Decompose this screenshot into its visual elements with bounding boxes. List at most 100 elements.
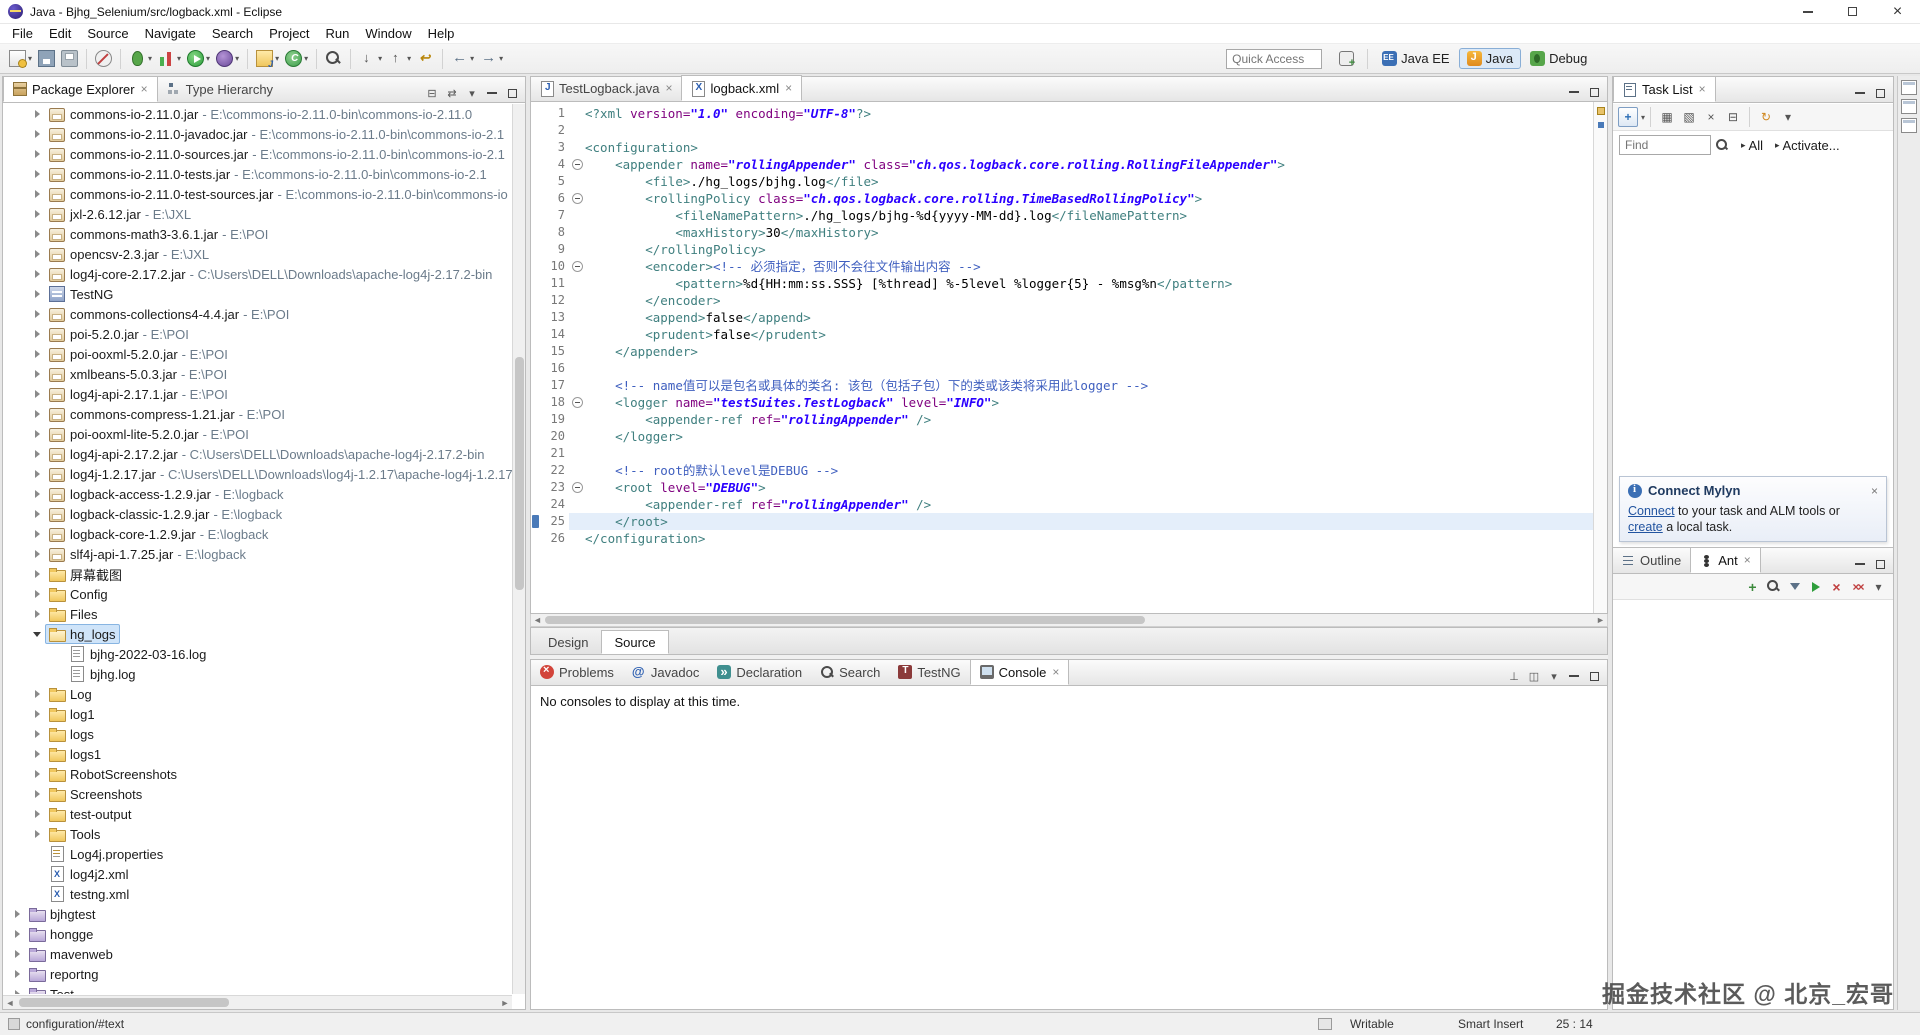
code-line-3[interactable]: 3<configuration>	[531, 139, 1593, 156]
package-explorer-vscrollbar[interactable]	[512, 104, 525, 994]
tree-item-reportng[interactable]: reportng	[3, 964, 512, 984]
tree-item-Test[interactable]: Test	[3, 984, 512, 994]
expand-arrow[interactable]	[29, 586, 45, 602]
line-number[interactable]: 6	[541, 190, 569, 207]
new-task-icon[interactable]	[1618, 107, 1638, 127]
activate-label[interactable]: Activate...	[1783, 138, 1840, 153]
expand-arrow[interactable]	[29, 406, 45, 422]
expand-arrow[interactable]	[29, 206, 45, 222]
line-number[interactable]: 25	[541, 513, 569, 530]
hscroll-thumb[interactable]	[19, 998, 229, 1007]
tab-testng[interactable]: TestNG	[889, 659, 969, 685]
menu-source[interactable]: Source	[79, 26, 136, 41]
tree-item-Files[interactable]: Files	[3, 604, 512, 624]
minimize-button[interactable]	[1785, 0, 1830, 24]
print-button[interactable]	[61, 47, 78, 71]
run-button[interactable]	[187, 47, 210, 71]
new-wizard-dropdown-icon[interactable]	[28, 54, 32, 63]
tab-declaration[interactable]: Declaration	[708, 659, 811, 685]
gutter-marker-cell[interactable]	[531, 496, 541, 513]
perspective-java[interactable]: Java	[1459, 48, 1521, 69]
package-explorer-hscrollbar[interactable]: ◄ ►	[3, 995, 512, 1009]
tree-item-slf4j-api-1.7.25.jar[interactable]: slf4j-api-1.7.25.jar- E:\logback	[3, 544, 512, 564]
create-task-link[interactable]: create	[1628, 520, 1663, 534]
close-tab-icon[interactable]	[1699, 82, 1706, 96]
maximize-view-icon[interactable]	[1871, 84, 1889, 102]
prev-annotation-button[interactable]	[388, 47, 411, 71]
menu-navigate[interactable]: Navigate	[137, 26, 204, 41]
collapse-all-tasks-icon[interactable]: ⊟	[1723, 107, 1743, 127]
expand-arrow[interactable]	[29, 626, 45, 642]
line-number[interactable]: 23	[541, 479, 569, 496]
pin-console-icon[interactable]: ⊥	[1505, 667, 1523, 685]
gutter-marker-cell[interactable]	[531, 377, 541, 394]
fold-cell[interactable]	[569, 156, 585, 173]
collapse-fold-icon[interactable]	[572, 193, 583, 204]
tree-item-jxl-2.6.12.jar[interactable]: jxl-2.6.12.jar- E:\JXL	[3, 204, 512, 224]
scroll-left-icon[interactable]: ◄	[3, 996, 17, 1010]
tree-item-Log4j.properties[interactable]: Log4j.properties	[3, 844, 512, 864]
all-disclosure-icon[interactable]	[1741, 140, 1746, 151]
activate-disclosure-icon[interactable]	[1775, 140, 1780, 151]
gutter-marker-cell[interactable]	[531, 479, 541, 496]
expand-arrow[interactable]	[9, 926, 25, 942]
tree-item-RobotScreenshots[interactable]: RobotScreenshots	[3, 764, 512, 784]
code-line-25[interactable]: 25 </root>	[531, 513, 1593, 530]
line-number[interactable]: 7	[541, 207, 569, 224]
tree-item-commons-math3-3.6.1.jar[interactable]: commons-math3-3.6.1.jar- E:\POI	[3, 224, 512, 244]
line-number[interactable]: 16	[541, 360, 569, 377]
close-tab-icon[interactable]	[141, 82, 148, 96]
minimize-view-icon[interactable]	[1851, 555, 1869, 573]
expand-arrow[interactable]	[29, 346, 45, 362]
line-number[interactable]: 24	[541, 496, 569, 513]
tree-item-logback-access-1.2.9.jar[interactable]: logback-access-1.2.9.jar- E:\logback	[3, 484, 512, 504]
line-number[interactable]: 8	[541, 224, 569, 241]
gutter-marker-cell[interactable]	[531, 122, 541, 139]
hscroll-thumb[interactable]	[545, 616, 1145, 624]
tab-type-hierarchy[interactable]: Type Hierarchy	[158, 76, 282, 102]
code-line-2[interactable]: 2	[531, 122, 1593, 139]
back-dropdown-icon[interactable]	[470, 54, 474, 63]
profile-dropdown-icon[interactable]	[235, 54, 239, 63]
line-number[interactable]: 19	[541, 411, 569, 428]
task-view-menu-icon[interactable]: ▾	[1778, 107, 1798, 127]
expand-arrow[interactable]	[29, 786, 45, 802]
tree-item-logback-classic-1.2.9.jar[interactable]: logback-classic-1.2.9.jar- E:\logback	[3, 504, 512, 524]
fold-cell[interactable]	[569, 258, 585, 275]
gutter-marker-cell[interactable]	[531, 207, 541, 224]
expand-arrow[interactable]	[29, 386, 45, 402]
overview-ruler[interactable]	[1593, 102, 1607, 613]
gutter-marker-cell[interactable]	[531, 139, 541, 156]
line-number[interactable]: 15	[541, 343, 569, 360]
tab-logback-xml[interactable]: logback.xml	[681, 75, 802, 101]
menu-search[interactable]: Search	[204, 26, 261, 41]
gutter-marker-cell[interactable]	[531, 258, 541, 275]
next-annotation-dropdown-icon[interactable]	[378, 54, 382, 63]
maximize-view-icon[interactable]	[503, 84, 521, 102]
gutter-marker-cell[interactable]	[531, 411, 541, 428]
new-class-button[interactable]	[285, 47, 308, 71]
tree-item-logs[interactable]: logs	[3, 724, 512, 744]
minimize-view-icon[interactable]	[1565, 667, 1583, 685]
code-line-1[interactable]: 1<?xml version="1.0" encoding="UTF-8"?>	[531, 105, 1593, 122]
line-number[interactable]: 22	[541, 462, 569, 479]
expand-arrow[interactable]	[29, 826, 45, 842]
next-annotation-button[interactable]	[359, 47, 382, 71]
code-line-15[interactable]: 15 </appender>	[531, 343, 1593, 360]
menu-window[interactable]: Window	[357, 26, 419, 41]
vscroll-thumb[interactable]	[515, 357, 524, 590]
line-number[interactable]: 21	[541, 445, 569, 462]
tree-item-log1[interactable]: log1	[3, 704, 512, 724]
display-console-icon[interactable]: ◫	[1525, 667, 1543, 685]
line-number[interactable]: 5	[541, 173, 569, 190]
expand-arrow[interactable]	[29, 126, 45, 142]
line-number[interactable]: 3	[541, 139, 569, 156]
expand-arrow[interactable]	[29, 106, 45, 122]
tree-item-log4j-1.2.17.jar[interactable]: log4j-1.2.17.jar- C:\Users\DELL\Download…	[3, 464, 512, 484]
minimize-view-icon[interactable]	[483, 84, 501, 102]
tab-design[interactable]: Design	[535, 630, 601, 654]
expand-arrow[interactable]	[29, 146, 45, 162]
new-java-project-button[interactable]	[256, 47, 279, 71]
code-area[interactable]: 1<?xml version="1.0" encoding="UTF-8"?>2…	[531, 102, 1593, 613]
expand-arrow[interactable]	[29, 246, 45, 262]
